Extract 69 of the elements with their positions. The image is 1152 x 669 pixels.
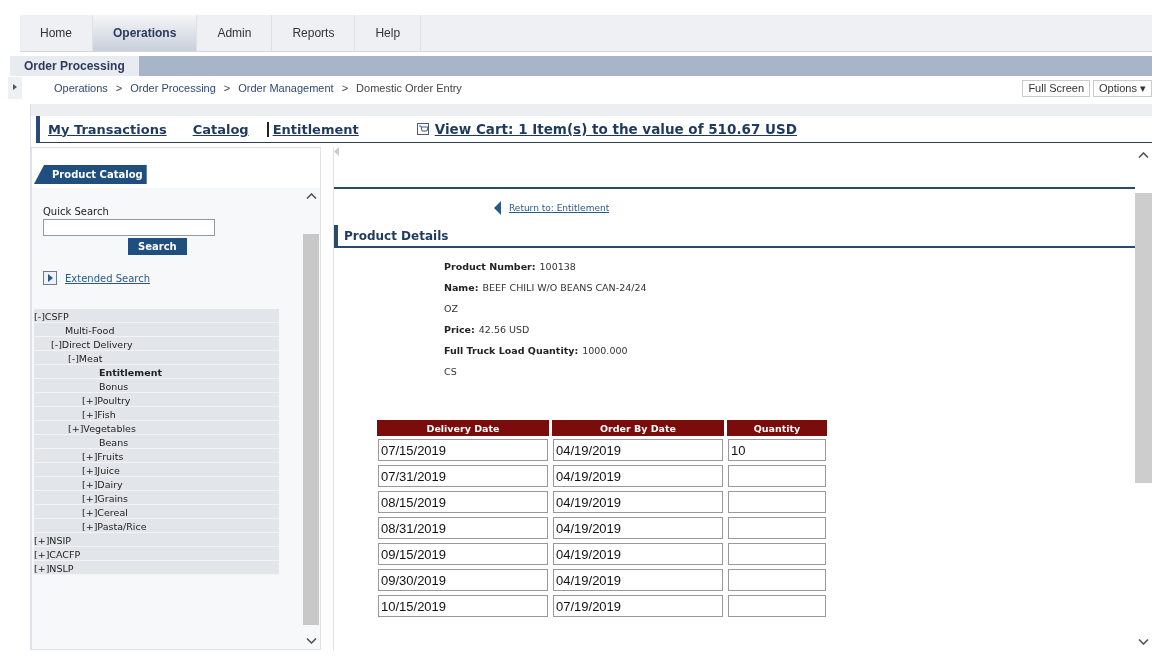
- scrollbar-thumb[interactable]: [303, 234, 319, 625]
- quantity-field[interactable]: [728, 543, 826, 565]
- breadcrumb-link[interactable]: Order Management: [238, 82, 334, 94]
- breadcrumb-link[interactable]: Order Processing: [130, 82, 216, 94]
- cart-icon: [416, 123, 429, 135]
- return-link[interactable]: Return to: Entitlement: [509, 203, 610, 213]
- tree-item[interactable]: [+]CACFP: [34, 548, 81, 561]
- collapse-arrow-icon[interactable]: [334, 147, 339, 156]
- view-cart-link[interactable]: View Cart: 1 Item(s) to the value of 510.67 USD: [434, 121, 797, 137]
- order-by-date-field[interactable]: 04/19/2019: [553, 491, 723, 513]
- order-by-date-field[interactable]: 07/19/2019: [553, 595, 723, 617]
- column-header: Order By Date: [552, 420, 724, 436]
- detail-text: OZ: [444, 302, 459, 316]
- column-header: Delivery Date: [377, 420, 549, 436]
- order-by-date-field[interactable]: 04/19/2019: [553, 465, 723, 487]
- top-tab[interactable]: Admin: [197, 15, 273, 51]
- back-arrow-icon: [494, 201, 501, 215]
- delivery-date-field[interactable]: 08/31/2019: [378, 517, 548, 539]
- quantity-field[interactable]: [728, 517, 826, 539]
- delivery-date-field[interactable]: 09/30/2019: [378, 569, 548, 591]
- detail-text: Product Number: 100138: [444, 260, 577, 274]
- scroll-down-icon[interactable]: [305, 638, 317, 644]
- field-label: Quick Search: [43, 206, 110, 217]
- quick-search-field[interactable]: [43, 219, 215, 236]
- detail-text: Full Truck Load Quantity: 1000.000: [444, 344, 629, 358]
- tree-item[interactable]: [+]NSLP: [34, 562, 74, 575]
- column-header: Quantity: [727, 420, 827, 436]
- detail-text: CS: [444, 365, 458, 379]
- breadcrumb-separator: >: [341, 82, 349, 94]
- delivery-date-field[interactable]: 07/31/2019: [378, 465, 548, 487]
- order-by-date-field[interactable]: 04/19/2019: [553, 569, 723, 591]
- sub-tab[interactable]: Order Processing: [10, 56, 139, 76]
- nav-link[interactable]: Catalog: [192, 121, 249, 137]
- scrollbar-thumb[interactable]: [1135, 193, 1152, 483]
- order-by-date-field[interactable]: 04/19/2019: [553, 517, 723, 539]
- delivery-date-field[interactable]: 09/15/2019: [378, 543, 548, 565]
- breadcrumb-link[interactable]: Operations: [54, 82, 108, 94]
- breadcrumb-link[interactable]: Domestic Order Entry: [356, 82, 462, 94]
- tree-item[interactable]: [+]NSIP: [34, 534, 72, 547]
- extended-search-link[interactable]: Extended Search: [65, 272, 151, 284]
- section-title: Product Details: [334, 225, 1135, 248]
- header-button[interactable]: Options ▾: [1093, 79, 1152, 97]
- quantity-field[interactable]: 10: [728, 439, 826, 461]
- detail-text: Name: BEEF CHILI W/O BEANS CAN-24/24: [444, 281, 648, 295]
- quantity-field[interactable]: [728, 491, 826, 513]
- scroll-up-icon[interactable]: [305, 193, 317, 199]
- top-tab[interactable]: Help: [355, 15, 422, 51]
- tree-item[interactable]: [-]CSFP: [34, 310, 69, 323]
- play-icon[interactable]: [43, 271, 57, 285]
- nav-link[interactable]: Entitlement: [272, 121, 359, 137]
- top-tab[interactable]: Reports: [272, 15, 356, 51]
- breadcrumb-separator: >: [115, 82, 123, 94]
- quantity-field[interactable]: [728, 465, 826, 487]
- order-by-date-field[interactable]: 04/19/2019: [553, 543, 723, 565]
- detail-text: Price: 42.56 USD: [444, 323, 531, 337]
- scroll-down-icon[interactable]: [1138, 639, 1149, 645]
- top-tab[interactable]: Operations: [93, 15, 198, 51]
- delivery-date-field[interactable]: 07/15/2019: [378, 439, 548, 461]
- header-button[interactable]: Full Screen: [1022, 79, 1091, 97]
- expand-arrow-icon[interactable]: [13, 84, 17, 90]
- search-button[interactable]: Search: [128, 238, 187, 255]
- delivery-date-field[interactable]: 08/15/2019: [378, 491, 548, 513]
- order-by-date-field[interactable]: 04/19/2019: [553, 439, 723, 461]
- breadcrumb-separator: >: [223, 82, 231, 94]
- delivery-date-field[interactable]: 10/15/2019: [378, 595, 548, 617]
- quantity-field[interactable]: [728, 569, 826, 591]
- nav-link[interactable]: My Transactions: [48, 121, 167, 137]
- quantity-field[interactable]: [728, 595, 826, 617]
- scroll-up-icon[interactable]: [1138, 152, 1149, 158]
